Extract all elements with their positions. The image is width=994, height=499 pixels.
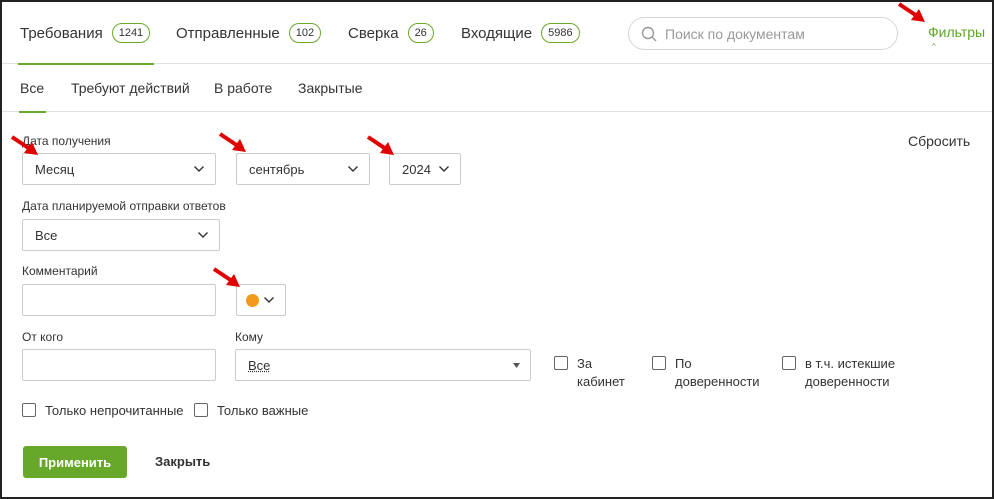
tab-label: Требования	[20, 24, 103, 42]
checkbox-label-line: доверенности	[805, 374, 890, 389]
checkbox-expired-proxies[interactable]: в т.ч. истекшие доверенности	[782, 355, 895, 391]
month-value: сентябрь	[249, 161, 305, 177]
annotation-arrow-icon	[897, 2, 925, 22]
planned-reply-value: Все	[35, 227, 58, 243]
checkbox-label: По доверенности	[675, 355, 760, 391]
checkbox-box[interactable]	[22, 403, 36, 417]
checkbox-label: в т.ч. истекшие доверенности	[805, 355, 895, 391]
checkbox-unread-only[interactable]: Только непрочитанные	[22, 402, 184, 420]
top-tabs: Требования 1241 Отправленные 102 Сверка …	[2, 2, 992, 65]
count-badge: 1241	[111, 23, 151, 43]
tab-label: Отправленные	[176, 24, 280, 42]
year-value: 2024	[402, 161, 431, 177]
from-label: От кого	[22, 330, 64, 344]
chevron-down-icon	[348, 166, 358, 172]
period-select[interactable]: Месяц	[22, 153, 216, 185]
subtab-all[interactable]: Все	[18, 64, 47, 113]
checkbox-important-only[interactable]: Только важные	[194, 402, 308, 420]
color-select[interactable]	[236, 284, 286, 316]
checkbox-label: За кабинет	[577, 355, 625, 391]
annotation-arrow-icon	[10, 135, 38, 155]
search-box	[628, 17, 898, 50]
to-value: Все	[248, 357, 271, 373]
close-button[interactable]: Закрыть	[155, 454, 210, 469]
subtab-in-progress[interactable]: В работе	[214, 64, 272, 112]
tab-sent[interactable]: Отправленные 102	[176, 2, 322, 64]
month-select[interactable]: сентябрь	[236, 153, 370, 185]
annotation-arrow-icon	[366, 135, 394, 155]
subtab-closed[interactable]: Закрытые	[298, 64, 362, 112]
chevron-down-icon	[439, 166, 449, 172]
to-select[interactable]: Все	[235, 349, 531, 381]
count-badge: 5986	[541, 23, 580, 43]
checkbox-box[interactable]	[652, 356, 666, 370]
checkbox-box[interactable]	[782, 356, 796, 370]
checkbox-label-line: в т.ч. истекшие	[805, 356, 896, 371]
caret-up-icon: ^	[932, 42, 936, 51]
tab-reconciliation[interactable]: Сверка 26	[348, 2, 434, 64]
period-value: Месяц	[35, 161, 75, 177]
comment-label: Комментарий	[22, 264, 98, 278]
chevron-down-icon	[264, 297, 274, 303]
filters-toggle[interactable]: Фильтры	[928, 24, 985, 40]
from-input[interactable]	[22, 349, 216, 381]
checkbox-box[interactable]	[554, 356, 568, 370]
checkbox-cabinet[interactable]: За кабинет	[554, 355, 625, 391]
annotation-arrow-icon	[218, 132, 246, 152]
search-icon	[641, 26, 657, 41]
year-select[interactable]: 2024	[389, 153, 461, 185]
tab-requirements[interactable]: Требования 1241	[17, 2, 155, 65]
count-badge: 26	[407, 23, 434, 43]
tab-label: Входящие	[461, 24, 533, 42]
checkbox-label-line: кабинет	[577, 374, 625, 389]
chevron-down-icon	[194, 166, 204, 172]
planned-reply-label: Дата планируемой отправки ответов	[22, 199, 226, 213]
checkbox-proxy[interactable]: По доверенности	[652, 355, 760, 391]
apply-button[interactable]: Применить	[23, 446, 127, 478]
checkbox-label: Только важные	[217, 403, 309, 418]
checkbox-label-line: По	[675, 356, 692, 371]
checkbox-box[interactable]	[194, 403, 208, 417]
annotation-arrow-icon	[212, 267, 240, 287]
color-dot-icon	[246, 293, 259, 307]
checkbox-label-line: доверенности	[675, 374, 760, 389]
tab-incoming[interactable]: Входящие 5986	[461, 2, 580, 64]
count-badge: 102	[288, 23, 322, 43]
caret-down-icon	[513, 363, 520, 368]
checkbox-label: Только непрочитанные	[45, 403, 184, 418]
planned-reply-select[interactable]: Все	[22, 219, 220, 251]
to-label: Кому	[235, 330, 264, 344]
search-input[interactable]	[665, 25, 885, 42]
tab-label: Сверка	[348, 24, 399, 42]
reset-button[interactable]: Сбросить	[908, 133, 970, 149]
sub-tabs: Все Требуют действий В работе Закрытые	[2, 64, 992, 113]
comment-input[interactable]	[22, 284, 216, 316]
chevron-down-icon	[198, 232, 208, 238]
filters-panel: Требования 1241 Отправленные 102 Сверка …	[0, 0, 994, 499]
checkbox-label-line: За	[577, 356, 593, 371]
subtab-action-required[interactable]: Требуют действий	[71, 64, 190, 112]
